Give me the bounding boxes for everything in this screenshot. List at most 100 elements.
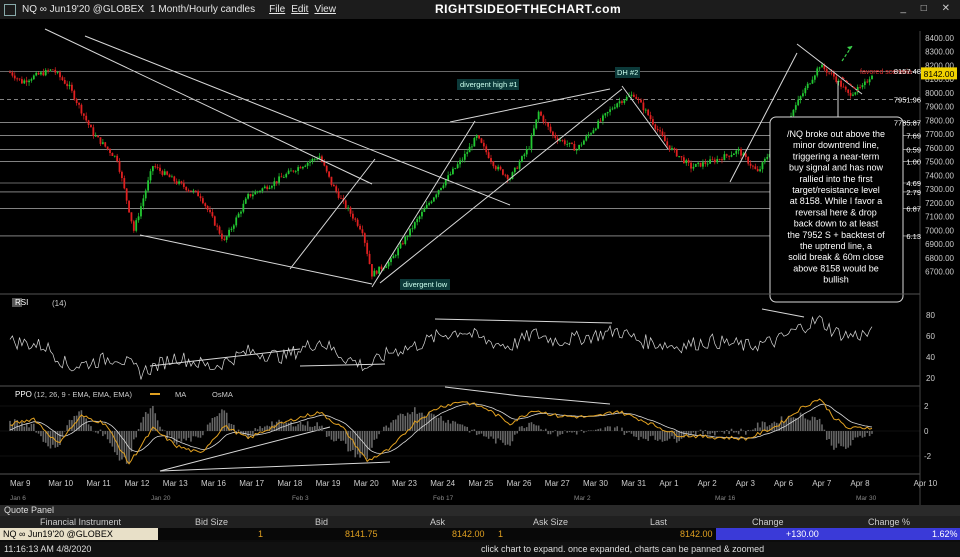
candle-body	[278, 176, 280, 183]
candle-body	[271, 185, 273, 188]
candle-body	[328, 171, 330, 177]
candle-body	[221, 233, 223, 239]
candle-body	[597, 120, 600, 129]
candle-body	[492, 161, 495, 167]
candle-body	[459, 160, 461, 165]
col-bid-size[interactable]: Bid Size	[195, 516, 228, 528]
candle-body	[487, 152, 490, 159]
candle-body	[428, 203, 430, 205]
col-bid[interactable]: Bid	[315, 516, 328, 528]
candle-body	[263, 186, 266, 189]
cell-ask-size: 1	[498, 529, 504, 539]
candle-body	[668, 145, 671, 150]
candle-body	[649, 115, 652, 120]
col-instrument[interactable]: Financial Instrument	[40, 516, 121, 528]
col-ask[interactable]: Ask	[430, 516, 445, 528]
candle-body	[663, 135, 666, 142]
candle-body	[149, 171, 152, 181]
level-label: 6.87	[906, 204, 921, 213]
candle-body	[347, 207, 350, 209]
status-timestamp: 11:16:13 AM 4/8/2020	[4, 544, 92, 554]
candle-body	[161, 171, 164, 175]
table-row[interactable]: NQ ∞ Jun19'20 @GLOBEX 1 8141.75 8142.00 …	[0, 528, 960, 540]
candle-body	[613, 107, 616, 109]
col-change-pct[interactable]: Change %	[868, 516, 910, 528]
x-sub-label: Feb 17	[433, 495, 454, 502]
candle-body	[261, 188, 264, 191]
col-ask-size[interactable]: Ask Size	[533, 516, 568, 528]
candle-body	[223, 238, 226, 240]
candle-body	[16, 78, 19, 80]
candle-body	[611, 108, 614, 110]
cell-change: +130.00	[786, 529, 819, 539]
candle-body	[316, 158, 319, 160]
rsi-params: (14)	[52, 299, 67, 308]
x-sub-label: Jan 6	[10, 495, 26, 502]
candle-body	[9, 72, 11, 74]
candle-body	[471, 146, 473, 148]
window-titlebar: NQ ∞ Jun19'20 @GLOBEX 1 Month/Hourly can…	[0, 0, 960, 20]
candle-body	[194, 190, 197, 192]
candle-body	[518, 161, 521, 169]
candle-body	[661, 131, 664, 136]
candle-body	[621, 101, 623, 103]
candle-body	[473, 137, 476, 147]
candle-body	[732, 153, 735, 155]
quote-panel-title[interactable]: Quote Panel	[0, 505, 960, 516]
candle-body	[416, 219, 419, 223]
candle-body	[101, 142, 104, 144]
candle-body	[718, 159, 721, 160]
candle-body	[209, 209, 211, 213]
y-tick-label: 8400.00	[925, 34, 954, 43]
candle-body	[835, 76, 838, 83]
col-change[interactable]: Change	[752, 516, 784, 528]
menu-edit[interactable]: Edit	[291, 4, 308, 15]
candle-body	[706, 163, 709, 165]
x-tick-label: Mar 30	[583, 479, 608, 488]
candle-body	[482, 142, 485, 147]
candle-body	[123, 178, 126, 189]
candle-body	[199, 196, 202, 199]
candle-body	[559, 140, 561, 142]
col-last[interactable]: Last	[650, 516, 667, 528]
menu-view[interactable]: View	[314, 4, 336, 15]
candle-body	[63, 80, 66, 84]
symbol-label[interactable]: NQ ∞ Jun19'20 @GLOBEX	[22, 4, 144, 15]
candle-body	[373, 270, 376, 277]
x-tick-label: Apr 6	[774, 479, 794, 488]
interval-dropdown[interactable]: 1 Month/Hourly candles	[150, 4, 255, 15]
candle-body	[478, 135, 480, 139]
x-tick-label: Mar 23	[392, 479, 417, 488]
candle-body	[666, 141, 669, 146]
candle-body	[475, 135, 478, 138]
candle-body	[192, 190, 195, 192]
ppo-params: (12, 26, 9 - EMA, EMA, EMA)	[34, 390, 132, 399]
chart-canvas[interactable]: divergent high #1 DH #2 divergent low fa…	[0, 19, 960, 505]
window-controls[interactable]: _ □ ✕	[900, 3, 956, 14]
candle-body	[573, 143, 576, 151]
candle-body	[590, 133, 592, 135]
candle-body	[211, 212, 214, 217]
candle-body	[502, 169, 504, 175]
candle-body	[309, 161, 311, 163]
candle-body	[304, 165, 307, 167]
rsi-tick-label: 20	[926, 374, 935, 383]
cell-bid: 8141.75	[345, 529, 378, 539]
menu-file[interactable]: File	[269, 4, 285, 15]
level-label: 7.69	[906, 132, 921, 141]
candle-body	[618, 101, 621, 104]
candle-body	[290, 170, 292, 172]
candle-body	[425, 204, 428, 209]
cell-last: 8142.00	[680, 529, 713, 539]
candle-body	[354, 218, 357, 220]
candle-body	[259, 190, 261, 192]
candle-body	[242, 203, 245, 212]
candle-body	[794, 105, 797, 110]
candle-body	[582, 140, 585, 145]
candle-body	[18, 78, 21, 80]
y-tick-label: 7400.00	[925, 171, 954, 180]
x-tick-label: Mar 12	[125, 479, 150, 488]
candle-body	[30, 79, 33, 81]
candle-body	[397, 248, 400, 256]
candle-body	[709, 159, 711, 164]
